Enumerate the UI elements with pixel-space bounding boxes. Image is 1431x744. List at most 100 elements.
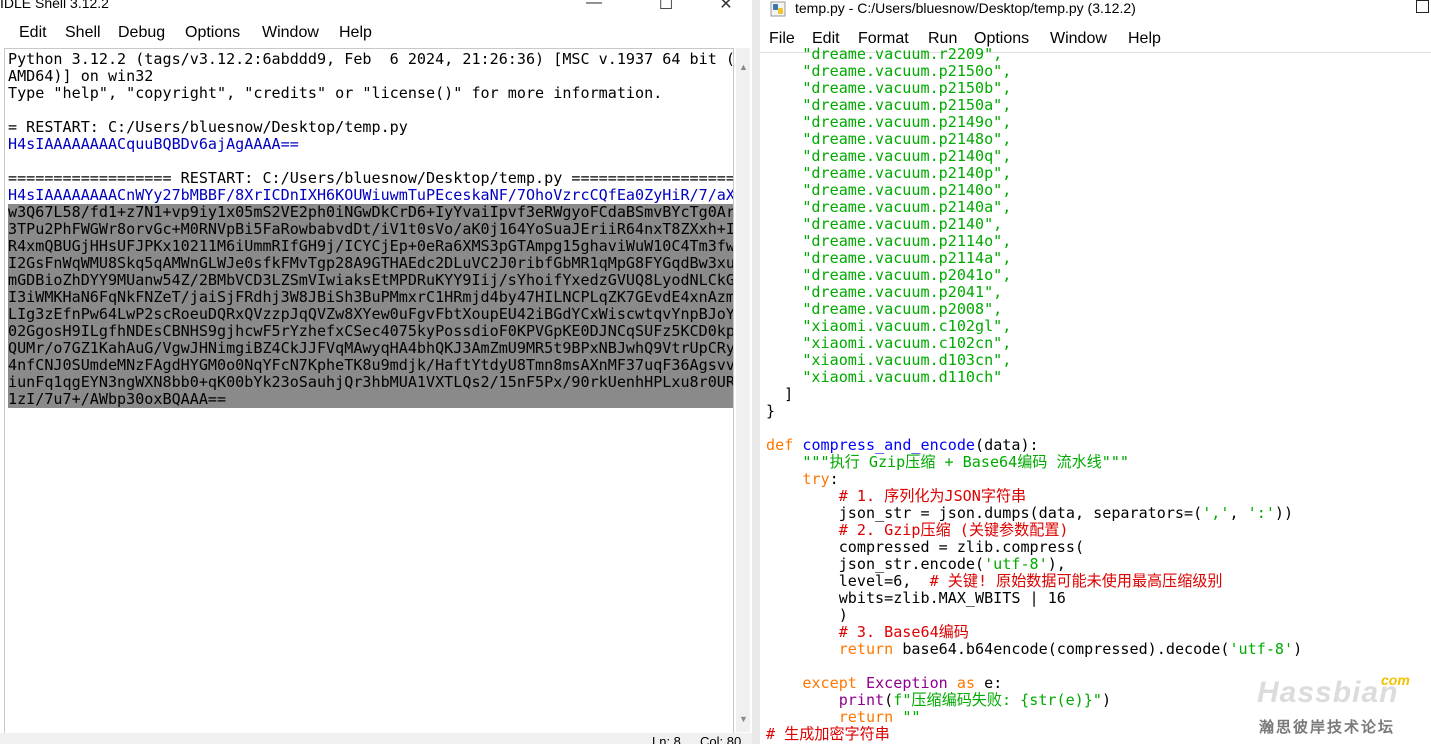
code-token: print [838, 691, 885, 709]
editor-maximize-button[interactable] [1416, 0, 1429, 13]
code-line: } [766, 403, 1302, 420]
code-line: "dreame.vacuum.p2148o", [766, 131, 1302, 148]
code-line: "xiaomi.vacuum.c102cn", [766, 335, 1302, 352]
code-token: "dreame.vacuum.p2041o", [766, 266, 1012, 284]
code-line: wbits=zlib.MAX_WBITS | 16 [766, 590, 1302, 607]
shell-output-line: ================== RESTART: C:/Users/blu… [8, 169, 734, 187]
code-token: "dreame.vacuum.p2140o", [766, 181, 1012, 199]
code-token: json_str = json.dumps(data, separators=( [766, 504, 1203, 522]
shell-output-line: Python 3.12.2 (tags/v3.12.2:6abddd9, Feb… [8, 50, 734, 68]
code-line: "dreame.vacuum.p2149o", [766, 114, 1302, 131]
shell-output-line: R4xmQBUGjHHsUFJPKx10211M6iUmmRIfGH9j/ICY… [8, 237, 734, 255]
code-token: ':' [1247, 504, 1275, 522]
code-line: return base64.b64encode(compressed).deco… [766, 641, 1302, 658]
code-token: # 关键! 原始数据可能未使用最高压缩级别 [929, 572, 1223, 590]
window-divider [752, 0, 760, 744]
code-token: "dreame.vacuum.p2149o", [766, 113, 1012, 131]
code-line: "xiaomi.vacuum.c102gl", [766, 318, 1302, 335]
code-token: # 生成加密字符串 [766, 725, 890, 743]
editor-title-bar: temp.py - C:/Users/bluesnow/Desktop/temp… [760, 0, 1431, 22]
shell-output-line: 4nfCNJ0SUmdeMNzFAgdHYGM0o0NqYFcN7KpheTK8… [8, 356, 734, 374]
code-token: ',' [1202, 504, 1230, 522]
code-token: )) [1274, 504, 1294, 522]
code-token: Exception [865, 674, 948, 692]
shell-output-line [8, 153, 733, 170]
shell-menu-bar: Edit Shell Debug Options Window Help [0, 22, 752, 46]
shell-output-lines: Python 3.12.2 (tags/v3.12.2:6abddd9, Feb… [8, 50, 734, 408]
minimize-button[interactable]: — [574, 0, 614, 12]
code-token: "xiaomi.vacuum.c102cn", [766, 334, 1012, 352]
scroll-down-arrow-icon[interactable]: ▼ [739, 714, 748, 724]
code-line: "dreame.vacuum.p2150a", [766, 97, 1302, 114]
code-line: "dreame.vacuum.p2140o", [766, 182, 1302, 199]
code-token: "dreame.vacuum.p2150b", [766, 79, 1012, 97]
code-line: ] [766, 386, 1302, 403]
code-line: print(f"压缩编码失败: {str(e)}") [766, 692, 1302, 709]
idle-shell-window: IDLE Shell 3.12.2 — ☐ ✕ Edit Shell Debug… [0, 0, 752, 744]
code-token: 'utf-8' [984, 555, 1048, 573]
code-token: ] [766, 385, 794, 403]
shell-output-line: = RESTART: C:/Users/bluesnow/Desktop/tem… [8, 118, 408, 136]
close-button[interactable]: ✕ [706, 0, 746, 14]
code-token: # 1. 序列化为JSON字符串 [766, 487, 1027, 505]
code-token: "xiaomi.vacuum.d103cn", [766, 351, 1012, 369]
code-token: "xiaomi.vacuum.c102gl", [766, 317, 1012, 335]
scroll-up-arrow-icon[interactable]: ▲ [739, 62, 748, 72]
code-line: # 生成加密字符串 [766, 726, 1302, 743]
code-line: "dreame.vacuum.p2041o", [766, 267, 1302, 284]
code-line: "dreame.vacuum.p2008", [766, 301, 1302, 318]
code-token: "dreame.vacuum.p2114a", [766, 249, 1012, 267]
code-token: "dreame.vacuum.p2140a", [766, 198, 1012, 216]
shell-output-line: 3TPu2PhFWGWr8orvGc+M0RNVpBi5FaRowbabvdDt… [8, 220, 734, 238]
code-token: wbits=zlib.MAX_WBITS | 16 [766, 589, 1066, 607]
maximize-button[interactable]: ☐ [646, 0, 686, 14]
code-token: : [829, 470, 839, 488]
menu-options[interactable]: Options [185, 24, 240, 42]
menu-edit[interactable]: Edit [19, 24, 47, 42]
code-token: ) [766, 606, 848, 624]
shell-output-line: iunFq1qgEYN3ngWXN8bb0+qK00bYk23oSauhjQr3… [8, 373, 734, 391]
menu-shell[interactable]: Shell [65, 24, 101, 42]
code-token: "dreame.vacuum.p2140p", [766, 164, 1012, 182]
code-token: def [766, 436, 794, 454]
code-token: "dreame.vacuum.p2114o", [766, 232, 1012, 250]
shell-output-line: H4sIAAAAAAAACquuBQBDv6ajAgAAAA== [8, 135, 299, 153]
status-line-number: Ln: 8 [652, 734, 681, 744]
shell-output-line: mGDBioZhDYY9MUanw54Z/2BMbVCD3LZSmVIwiaks… [8, 271, 734, 289]
watermark-com: com [1381, 672, 1410, 688]
code-token: "dreame.vacuum.p2140", [766, 215, 1003, 233]
shell-output-line: I3iWMKHaN6FqNkFNZeT/jaiSjFRdhj3W8JBiSh3B… [8, 288, 734, 306]
shell-window-title: IDLE Shell 3.12.2 [0, 0, 109, 11]
menu-help[interactable]: Help [339, 24, 372, 42]
code-token: # 2. Gzip压缩 (关键参数配置) [766, 521, 1069, 539]
code-token: level=6, [766, 572, 930, 590]
code-line: "xiaomi.vacuum.d103cn", [766, 352, 1302, 369]
watermark-logo: Hassbian com 瀚思彼岸技术论坛 [1253, 672, 1423, 740]
code-line: "dreame.vacuum.r2209", [766, 46, 1302, 63]
shell-output-line: H4sIAAAAAAAACnWYy27bMBBF/8XrICDnIXH6KOUW… [8, 186, 734, 204]
code-token: "dreame.vacuum.p2140q", [766, 147, 1012, 165]
code-editor-area[interactable]: "dreame.vacuum.r2209", "dreame.vacuum.p2… [766, 46, 1302, 743]
code-line: # 2. Gzip压缩 (关键参数配置) [766, 522, 1302, 539]
menu-debug[interactable]: Debug [118, 24, 165, 42]
shell-output-line: 1zI/7u7+/AWbp30oxBQAAA== [8, 391, 733, 408]
code-line: "dreame.vacuum.p2150b", [766, 80, 1302, 97]
menu-window[interactable]: Window [262, 24, 319, 42]
code-token: "dreame.vacuum.p2041", [766, 283, 1003, 301]
code-line: def compress_and_encode(data): [766, 437, 1302, 454]
code-token: "dreame.vacuum.r2209", [766, 45, 1003, 63]
shell-vertical-scrollbar[interactable]: ▲ ▼ [736, 48, 750, 732]
code-token: except [802, 674, 857, 692]
code-line: except Exception as e: [766, 675, 1302, 692]
code-token: ( [884, 691, 894, 709]
shell-output-line [8, 102, 733, 119]
watermark-brand: Hassbian [1257, 676, 1399, 709]
shell-output-area[interactable]: Python 3.12.2 (tags/v3.12.2:6abddd9, Feb… [4, 48, 734, 734]
code-token: as [956, 674, 976, 692]
